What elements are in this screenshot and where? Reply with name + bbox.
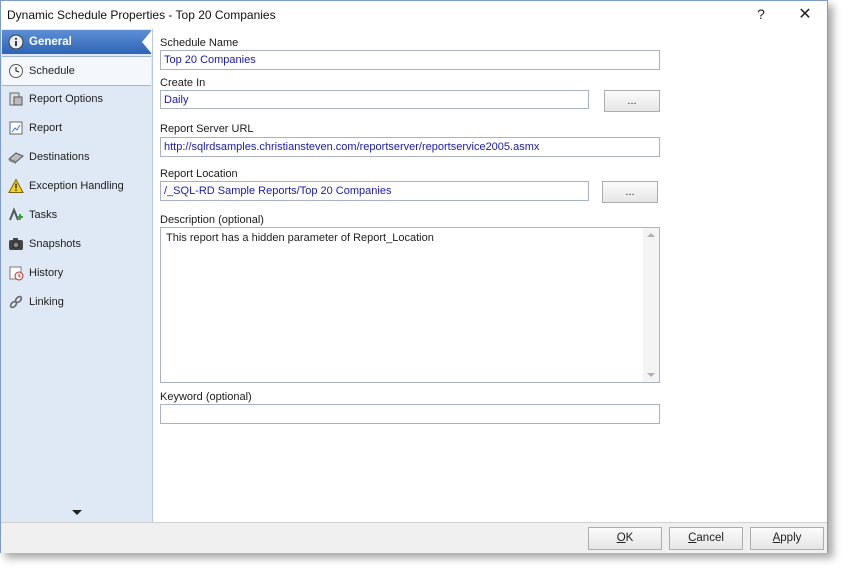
sidebar-item-label: General (29, 36, 72, 48)
scroll-up-icon[interactable] (647, 233, 655, 237)
warning-icon (8, 178, 24, 193)
report-location-label: Report Location (160, 168, 238, 180)
info-icon (8, 34, 24, 50)
camera-icon (9, 238, 23, 250)
description-label: Description (optional) (160, 214, 264, 226)
sidebar-item-report[interactable]: Report (2, 114, 151, 142)
cancel-button[interactable]: Cancel (669, 527, 743, 550)
sidebar-item-label: Snapshots (29, 238, 81, 250)
sidebar-item-exception-handling[interactable]: Exception Handling (2, 172, 151, 200)
report-server-url-input[interactable]: http://sqlrdsamples.christiansteven.com/… (160, 137, 660, 157)
sidebar-item-label: Report (29, 122, 63, 134)
ok-mnemonic: O (616, 532, 626, 544)
report-icon (9, 121, 23, 135)
report-location-browse-button[interactable]: ... (602, 181, 658, 203)
description-text: This report has a hidden parameter of Re… (166, 232, 434, 244)
report-location-input[interactable]: /_SQL-RD Sample Reports/Top 20 Companies (160, 181, 589, 201)
create-in-input[interactable]: Daily (160, 90, 589, 109)
title-bar: Dynamic Schedule Properties - Top 20 Com… (1, 1, 827, 29)
link-icon (9, 295, 23, 309)
keyword-label: Keyword (optional) (160, 391, 252, 403)
description-textarea[interactable]: This report has a hidden parameter of Re… (160, 227, 660, 383)
create-in-label: Create In (160, 77, 206, 89)
help-button[interactable]: ? (753, 6, 769, 22)
scroll-down-icon[interactable] (647, 373, 655, 377)
sidebar-item-label: Report Options (29, 93, 103, 105)
create-in-browse-button[interactable]: ... (604, 90, 660, 112)
sidebar-item-label: History (29, 267, 64, 279)
sidebar-item-snapshots[interactable]: Snapshots (2, 230, 151, 258)
sidebar-item-tasks[interactable]: Tasks (2, 201, 151, 229)
schedule-name-input[interactable]: Top 20 Companies (160, 50, 660, 70)
sidebar-nav: General Schedule Report Options Report D… (1, 29, 153, 522)
sidebar-item-report-options[interactable]: Report Options (2, 85, 151, 113)
sidebar-item-label: Destinations (29, 151, 90, 163)
sidebar-item-history[interactable]: History (2, 259, 151, 287)
sidebar-item-general[interactable]: General (2, 30, 152, 54)
schedule-name-label: Schedule Name (160, 37, 239, 49)
keyword-input[interactable] (160, 404, 660, 424)
dialog-footer: OK Cancel Apply (1, 522, 827, 553)
tasks-icon (9, 207, 23, 221)
dialog-window: Dynamic Schedule Properties - Top 20 Com… (0, 0, 828, 553)
cancel-label-rest: ancel (696, 532, 724, 544)
sidebar-item-label: Schedule (29, 65, 75, 77)
ok-label-rest: K (625, 532, 634, 544)
ok-button[interactable]: OK (588, 527, 662, 550)
sidebar-scroll-down-icon[interactable] (72, 510, 82, 515)
apply-label-rest: pply (780, 532, 802, 544)
apply-button[interactable]: Apply (750, 527, 824, 550)
sidebar-item-label: Exception Handling (29, 180, 124, 192)
destinations-icon (8, 152, 24, 164)
sidebar-item-schedule[interactable]: Schedule (2, 56, 151, 86)
sidebar-item-label: Linking (29, 296, 64, 308)
window-title: Dynamic Schedule Properties - Top 20 Com… (7, 8, 276, 22)
active-indicator (142, 30, 152, 54)
close-button[interactable]: ✕ (797, 4, 813, 24)
sidebar-item-linking[interactable]: Linking (2, 288, 151, 316)
report-options-icon (9, 92, 23, 106)
clock-icon (9, 64, 23, 78)
sidebar-item-destinations[interactable]: Destinations (2, 143, 151, 171)
report-server-url-label: Report Server URL (160, 123, 254, 135)
description-scrollbar[interactable] (643, 228, 659, 382)
history-icon (9, 266, 24, 281)
sidebar-item-label: Tasks (29, 209, 58, 221)
